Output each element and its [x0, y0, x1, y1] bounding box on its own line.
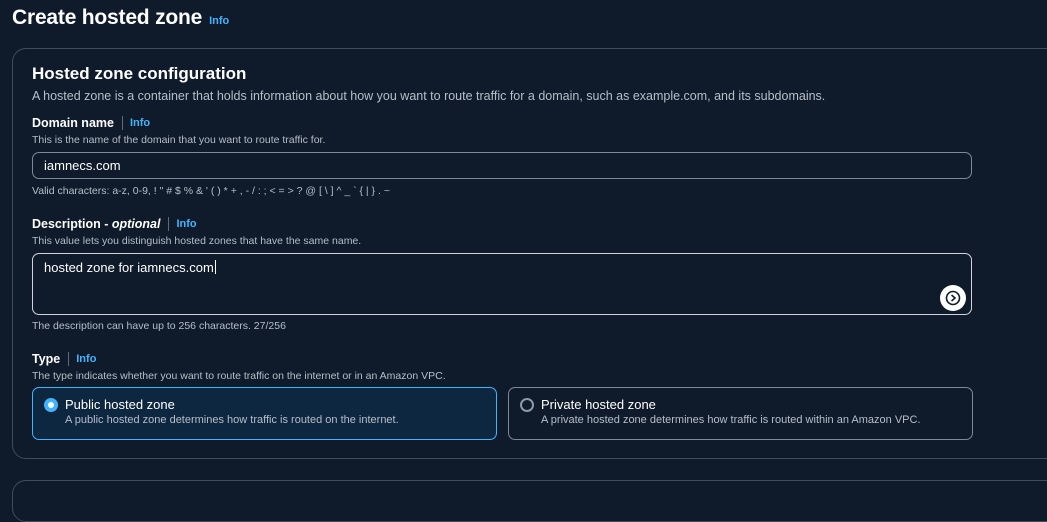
next-panel [12, 480, 1047, 522]
domain-name-label: Domain name [32, 116, 114, 130]
private-hosted-zone-option[interactable]: Private hosted zone A private hosted zon… [508, 387, 973, 440]
public-radio[interactable] [44, 398, 58, 412]
description-hint: This value lets you distinguish hosted z… [32, 235, 362, 247]
description-textarea[interactable]: hosted zone for iamnecs.com [32, 253, 972, 315]
private-option-title: Private hosted zone [541, 397, 656, 412]
description-value: hosted zone for iamnecs.com [44, 260, 214, 275]
type-label-row: Type Info [32, 352, 96, 366]
page-header: Create hosted zone Info [12, 6, 229, 30]
domain-name-input[interactable]: iamnecs.com [32, 152, 972, 179]
private-radio[interactable] [520, 398, 534, 412]
description-label-text: Description - [32, 217, 112, 231]
description-info-link[interactable]: Info [176, 218, 196, 230]
assistant-button[interactable] [940, 285, 966, 311]
description-label-row: Description - optional Info [32, 217, 197, 231]
description-label: Description - optional [32, 217, 160, 231]
domain-name-value: iamnecs.com [44, 158, 121, 173]
label-divider [121, 116, 123, 130]
public-option-description: A public hosted zone determines how traf… [65, 414, 399, 426]
type-label: Type [32, 352, 61, 366]
domain-name-hint: This is the name of the domain that you … [32, 134, 326, 146]
assistant-icon [945, 290, 961, 306]
page-info-link[interactable]: Info [209, 15, 229, 27]
public-hosted-zone-option[interactable]: Public hosted zone A public hosted zone … [32, 387, 497, 440]
domain-name-constraint: Valid characters: a-z, 0-9, ! " # $ % & … [32, 185, 390, 197]
optional-tag: optional [111, 217, 161, 231]
section-title: Hosted zone configuration [32, 64, 247, 83]
type-info-link[interactable]: Info [76, 353, 96, 365]
public-option-title: Public hosted zone [65, 397, 175, 412]
hosted-zone-configuration-panel: Hosted zone configuration A hosted zone … [12, 48, 1047, 459]
description-constraint: The description can have up to 256 chara… [32, 320, 286, 332]
domain-name-info-link[interactable]: Info [130, 117, 150, 129]
text-caret [214, 260, 216, 274]
section-description: A hosted zone is a container that holds … [32, 89, 826, 103]
domain-name-label-row: Domain name Info [32, 116, 150, 130]
private-option-description: A private hosted zone determines how tra… [541, 414, 921, 426]
label-divider [168, 217, 170, 231]
page-title: Create hosted zone [12, 6, 203, 29]
label-divider [68, 352, 70, 366]
type-hint: The type indicates whether you want to r… [32, 370, 446, 382]
